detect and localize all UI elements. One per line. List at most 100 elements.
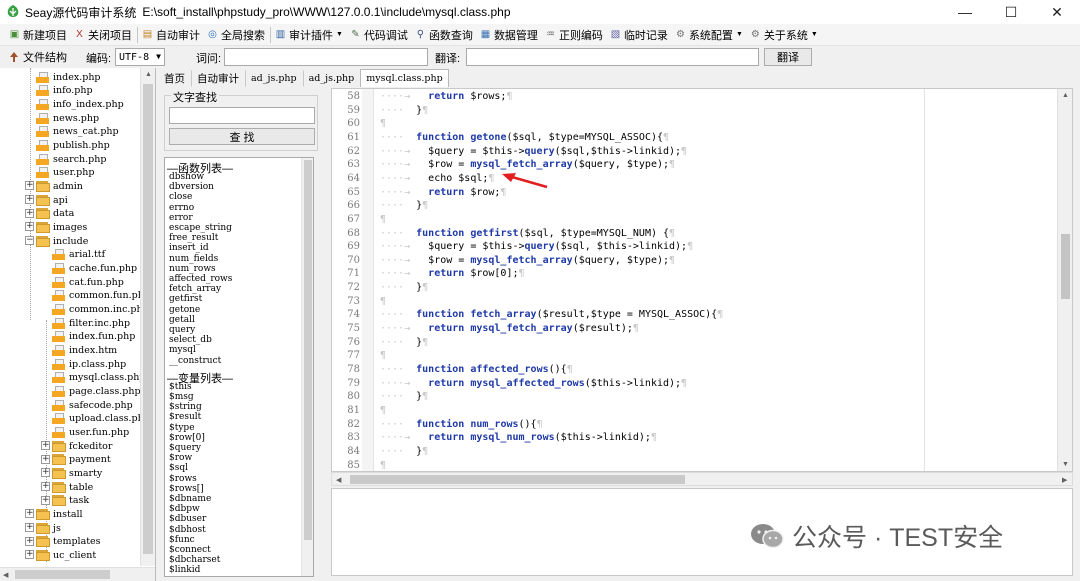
file-tree[interactable]: index.php info.php info_index.php news.php n… (0, 68, 156, 581)
code-line[interactable]: ···· }¶ (380, 281, 428, 295)
expand-icon[interactable]: + (41, 454, 50, 464)
code-line[interactable]: ····→ $row = mysql_fetch_array($query, $… (380, 158, 675, 172)
toolbar-item-close-project[interactable]: X 关闭项目 (71, 25, 136, 45)
function-list-item[interactable]: dbversion (169, 182, 214, 192)
variable-list-item[interactable]: $rows[] (169, 484, 204, 494)
tree-file[interactable]: safecode.php (52, 398, 133, 412)
code-line[interactable]: ···· }¶ (380, 336, 428, 350)
variable-list-item[interactable]: $dbname (169, 494, 211, 504)
variable-list-item[interactable]: $dbcharset (169, 555, 220, 565)
variable-list-item[interactable]: $dbpw (169, 504, 200, 514)
symbol-list-thumb[interactable] (304, 160, 312, 540)
variable-list-item[interactable]: $linkid (169, 565, 200, 575)
expand-icon[interactable]: + (25, 536, 34, 546)
translate-button[interactable]: 翻译 (764, 48, 812, 66)
tree-horizontal-thumb[interactable] (15, 570, 110, 579)
tree-file[interactable]: cat.fun.php (52, 275, 124, 289)
tab-1[interactable]: 自动审计 (191, 70, 245, 87)
tree-file[interactable]: info_index.php (36, 97, 124, 111)
function-list-item[interactable]: getall (169, 315, 195, 325)
tree-horizontal-scrollbar[interactable]: ◀ (0, 567, 155, 581)
encoding-select[interactable]: UTF-8 ▼ (115, 48, 165, 66)
variable-list-item[interactable]: $connect (169, 545, 211, 555)
editor-horizontal-thumb[interactable] (350, 475, 685, 484)
variable-list-item[interactable]: $msg (169, 392, 194, 402)
symbol-list[interactable]: —函数列表— dbshow dbversion close errno error esca… (164, 157, 314, 577)
tree-folder[interactable]: images (36, 220, 87, 234)
function-list-item[interactable]: getone (169, 305, 200, 315)
expand-icon[interactable]: + (25, 523, 34, 533)
toolbar-item-debug[interactable]: ✎ 代码调试 (347, 25, 412, 45)
toolbar-item-about[interactable]: ⚙ 关于系统 ▼ (747, 25, 822, 45)
variable-list-item[interactable]: $row (169, 453, 192, 463)
code-line[interactable]: ···· }¶ (380, 199, 428, 213)
tree-folder[interactable]: payment (52, 453, 111, 467)
translate-input[interactable] (466, 48, 759, 66)
tree-file[interactable]: cache.fun.php (52, 261, 137, 275)
expand-icon[interactable]: + (25, 181, 34, 191)
code-line[interactable]: ···· }¶ (380, 104, 428, 118)
code-line[interactable]: ····→ echo $sql;¶ (380, 172, 494, 186)
tree-file[interactable]: common.inc.php (52, 302, 149, 316)
toolbar-item-function-query[interactable]: ⚲ 函数查询 (412, 25, 477, 45)
tree-file[interactable]: news.php (36, 111, 99, 125)
tree-file[interactable]: page.class.php (52, 384, 141, 398)
code-line[interactable]: ···· function getone($sql, $type=MYSQL_A… (380, 131, 669, 145)
variable-list-item[interactable]: $query (169, 443, 201, 453)
tree-file[interactable]: info.php (36, 84, 93, 98)
tree-file[interactable]: mysql.class.php (52, 371, 145, 385)
code-line[interactable]: ····→ return mysql_num_rows($this->linki… (380, 431, 657, 445)
tree-file[interactable]: search.php (36, 152, 106, 166)
toolbar-item-auto-audit[interactable]: ▤ 自动审计 (139, 25, 204, 45)
code-editor[interactable]: ····→ return $rows;¶ ···· }¶ ¶ ···· functio… (331, 88, 1073, 472)
code-line[interactable]: ····→ return $row[0];¶ (380, 267, 525, 281)
tree-file[interactable]: index.fun.php (52, 330, 135, 344)
toolbar-item-new-project[interactable]: ▣ 新建项目 (6, 25, 71, 45)
tab-3[interactable]: ad_js.php (302, 70, 361, 87)
expand-icon[interactable]: + (25, 509, 34, 519)
function-list-item[interactable]: select_db (169, 335, 212, 345)
code-line[interactable]: ····→ $row = mysql_fetch_array($query, $… (380, 254, 675, 268)
tree-folder[interactable]: data (36, 207, 74, 221)
function-list-item[interactable]: fetch_array (169, 284, 221, 294)
variable-list-item[interactable]: $func (169, 535, 195, 545)
code-line[interactable]: ···· function getfirst($sql, $type=MYSQL… (380, 227, 675, 241)
expand-icon[interactable]: + (41, 482, 50, 492)
variable-list-item[interactable]: $this (169, 382, 192, 392)
editor-horizontal-scrollbar[interactable]: ◀ ▶ (331, 472, 1073, 486)
code-line[interactable]: ····→ return mysql_affected_rows($this->… (380, 377, 687, 391)
code-line[interactable]: ···· function num_rows(){¶ (380, 418, 543, 432)
code-line[interactable]: ····→ $query = $this->query($sql,$this->… (380, 145, 687, 159)
tree-folder[interactable]: uc_client (36, 548, 96, 562)
function-list-item[interactable]: getfirst (169, 294, 202, 304)
close-window-button[interactable]: ✕ (1034, 0, 1080, 24)
function-list-item[interactable]: escape_string (169, 223, 232, 233)
variable-list-item[interactable]: $type (169, 423, 195, 433)
toolbar-item-data-manage[interactable]: ▦ 数据管理 (477, 25, 542, 45)
text-search-input[interactable] (169, 107, 315, 124)
find-button[interactable]: 查 找 (169, 128, 315, 145)
variable-list-item[interactable]: $dbhost (169, 525, 206, 535)
function-list-item[interactable]: error (169, 213, 193, 223)
variable-list-item[interactable]: $result (169, 412, 201, 422)
tree-folder[interactable]: smarty (52, 466, 102, 480)
variable-list-item[interactable]: $row[0] (169, 433, 205, 443)
tree-vertical-scrollbar[interactable]: ▲ (140, 68, 155, 566)
tree-folder[interactable]: templates (36, 535, 101, 549)
code-line[interactable]: ¶ (380, 459, 386, 471)
expand-icon[interactable]: + (25, 195, 34, 205)
code-line[interactable]: ···· }¶ (380, 390, 428, 404)
toolbar-item-plugin[interactable]: ▥ 审计插件 ▼ (272, 25, 347, 45)
tree-folder[interactable]: table (52, 480, 93, 494)
tree-file[interactable]: user.fun.php (52, 425, 129, 439)
expand-icon[interactable]: + (25, 550, 34, 560)
tree-folder[interactable]: admin (36, 179, 83, 193)
code-line[interactable]: ···· }¶ (380, 445, 428, 459)
expand-icon[interactable]: + (25, 222, 34, 232)
tree-folder[interactable]: include (36, 234, 88, 248)
function-list-item[interactable]: num_rows (169, 264, 216, 274)
tree-vertical-thumb[interactable] (143, 84, 153, 554)
code-line[interactable]: ···· function fetch_array($result,$type … (380, 308, 723, 322)
tree-file[interactable]: ip.class.php (52, 357, 126, 371)
tree-file[interactable]: index.htm (52, 343, 117, 357)
